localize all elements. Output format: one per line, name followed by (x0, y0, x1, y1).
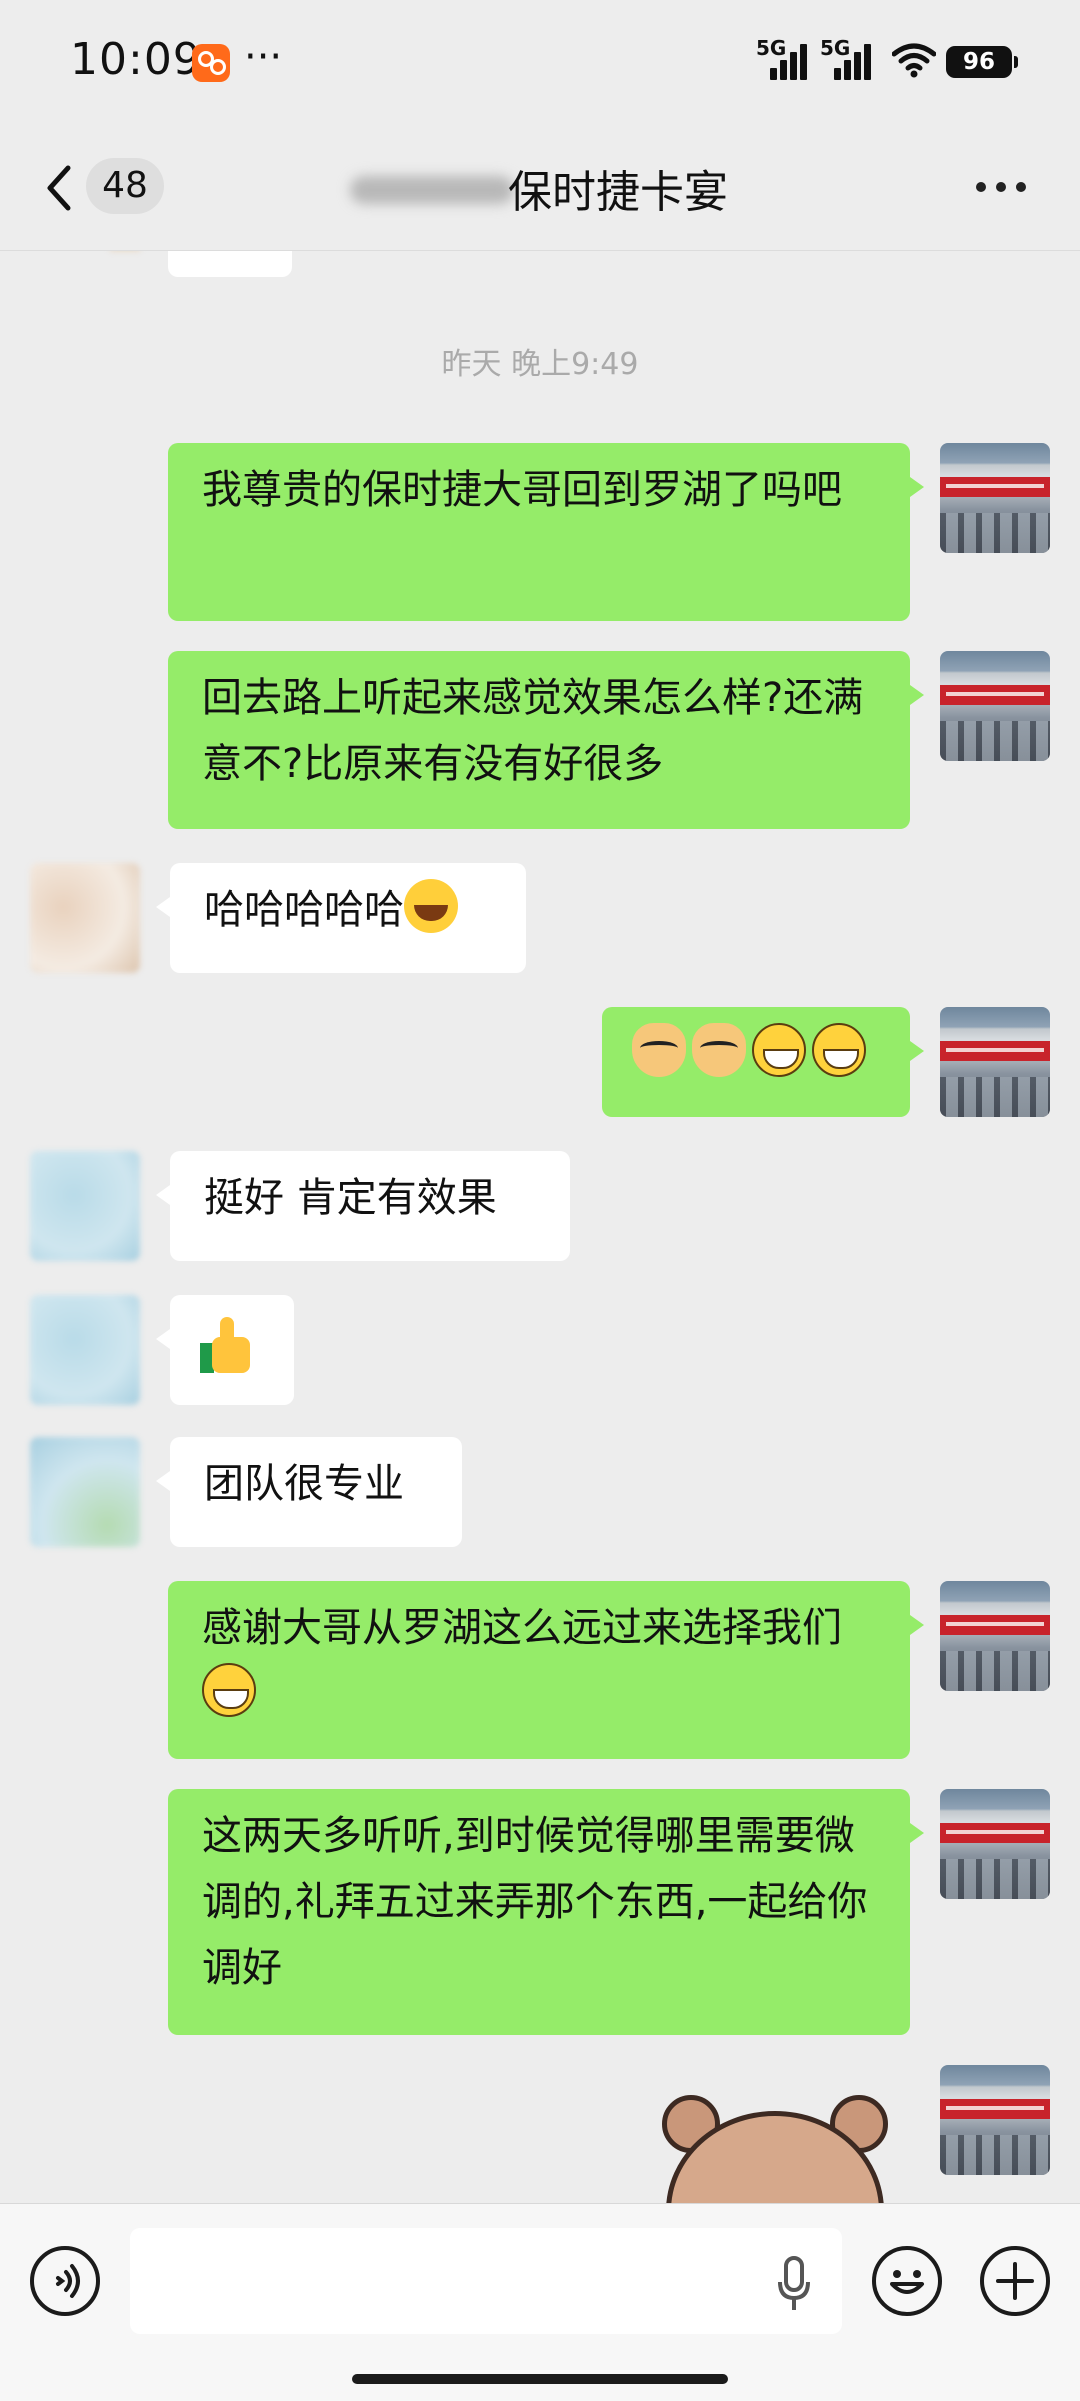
bear-sticker[interactable] (652, 2077, 898, 2203)
self-avatar[interactable] (940, 651, 1050, 761)
home-indicator[interactable] (352, 2374, 728, 2384)
message-bubble[interactable]: 感谢大哥从罗湖这么远过来选择我们 (168, 1581, 924, 1759)
grin-emoji-icon (812, 1023, 866, 1077)
contact-avatar[interactable] (30, 1295, 140, 1405)
status-time: 10:09 (70, 34, 202, 85)
thumbs-up-emoji-icon (200, 1315, 254, 1375)
doge-emoji-icon (692, 1023, 746, 1077)
chat-header: 48 保时捷卡宴 (0, 126, 1080, 251)
self-avatar[interactable] (940, 1007, 1050, 1117)
battery-icon: 96 (946, 46, 1018, 78)
grin-emoji-icon (202, 1663, 256, 1717)
back-arrow-icon[interactable] (38, 162, 82, 214)
grin-emoji-icon (752, 1023, 806, 1077)
contact-avatar[interactable] (30, 1437, 140, 1547)
doge-emoji-icon (632, 1023, 686, 1077)
message-list[interactable]: 昨天 晚上9:49 我尊贵的保时捷大哥回到罗湖了吗吧 回去路上听起来感觉效果怎么… (0, 251, 1080, 2203)
app-notification-icon (192, 44, 230, 82)
status-bar: 10:09 ··· 5G 5G 96 (0, 0, 1080, 126)
message-bubble[interactable] (156, 1295, 294, 1405)
self-avatar[interactable] (940, 443, 1050, 553)
network-type-label: 5G (756, 36, 787, 60)
redacted-name (350, 176, 514, 204)
microphone-icon[interactable] (776, 2256, 812, 2312)
self-avatar[interactable] (940, 1789, 1050, 1899)
self-avatar[interactable] (940, 2065, 1050, 2175)
message-input[interactable] (130, 2228, 842, 2334)
message-bubble[interactable]: 回去路上听起来感觉效果怎么样?还满意不?比原来有没有好很多 (168, 651, 924, 829)
message-bubble[interactable]: 我尊贵的保时捷大哥回到罗湖了吗吧 (168, 443, 924, 621)
self-avatar[interactable] (940, 1581, 1050, 1691)
message-bubble[interactable]: 团队很专业 (156, 1437, 462, 1547)
signal-strength-icon: 5G (756, 36, 816, 80)
message-timestamp: 昨天 晚上9:49 (441, 347, 639, 382)
more-notifications-icon: ··· (244, 34, 283, 80)
plus-icon[interactable] (980, 2246, 1050, 2316)
chat-title: 保时捷卡宴 (508, 167, 728, 218)
message-bubble[interactable]: 挺好 肯定有效果 (156, 1151, 570, 1261)
signal-strength-icon: 5G (820, 36, 880, 80)
message-bubble[interactable]: 这两天多听听,到时候觉得哪里需要微调的,礼拜五过来弄那个东西,一起给你调好 (168, 1789, 924, 2035)
unread-count-badge[interactable]: 48 (86, 158, 164, 214)
wifi-icon (892, 43, 936, 78)
message-bubble[interactable] (168, 251, 292, 277)
message-bubble[interactable]: 哈哈哈哈哈 (156, 863, 526, 973)
laughing-crying-emoji-icon (404, 879, 458, 933)
message-text: 感谢大哥从罗湖这么远过来选择我们 (202, 1605, 842, 1651)
more-options-icon[interactable] (976, 182, 1026, 194)
message-input-bar (0, 2203, 1080, 2401)
contact-avatar[interactable] (30, 863, 140, 973)
network-type-label: 5G (820, 36, 851, 60)
contact-avatar[interactable] (30, 1151, 140, 1261)
emoji-icon[interactable] (872, 2246, 942, 2316)
message-bubble[interactable] (602, 1007, 924, 1117)
message-text: 哈哈哈哈哈 (204, 887, 404, 933)
voice-mode-icon[interactable] (30, 2246, 100, 2316)
